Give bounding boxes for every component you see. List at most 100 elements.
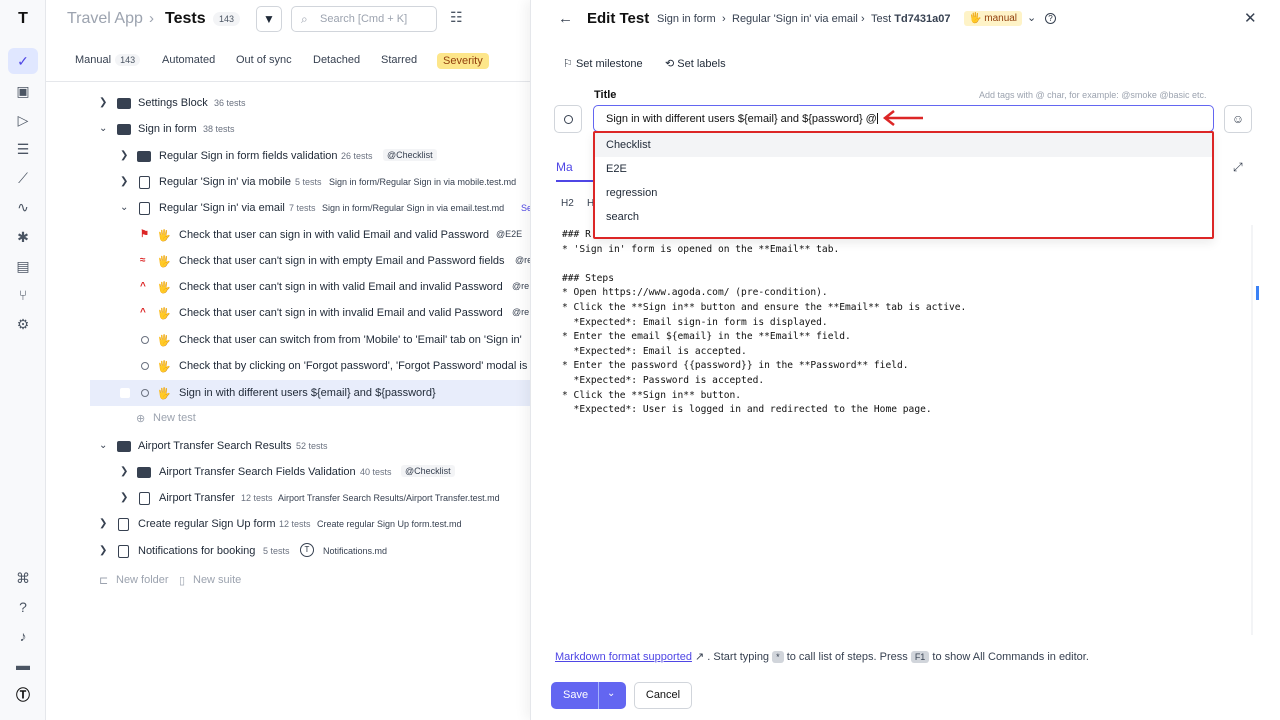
tab-out-of-sync[interactable]: Out of sync <box>236 54 292 66</box>
markdown-editor[interactable]: ### R * 'Sign in' form is opened on the … <box>562 229 1242 419</box>
tree-item-label: Airport Transfer Search Results <box>138 440 292 452</box>
chevron-right-icon[interactable]: ❯ <box>99 97 107 108</box>
save-button[interactable]: Save ⌄ <box>551 682 626 709</box>
tree-suite-row[interactable]: ⌄ Regular 'Sign in' via email 7 tests Si… <box>46 195 530 221</box>
chevron-right-icon[interactable]: ❯ <box>120 150 128 161</box>
tree-suite-row[interactable]: ❯ Settings Block 36 tests <box>46 90 530 116</box>
branch-icon[interactable]: ⑂ <box>8 282 38 308</box>
priority-medium-icon: ^ <box>140 281 146 292</box>
chart-icon[interactable]: ▤ <box>8 253 38 279</box>
tab-detached[interactable]: Detached <box>313 54 360 66</box>
chevron-down-icon[interactable]: ⌄ <box>99 123 107 134</box>
tree-suite-row[interactable]: ⌄ Sign in form 38 tests <box>46 116 530 142</box>
folder-icon[interactable]: ▬ <box>8 652 38 678</box>
tree-suite-row[interactable]: ❯ Regular 'Sign in' via mobile 5 tests S… <box>46 169 530 195</box>
priority-high-icon: ≈ <box>140 255 146 266</box>
test-title: Check that user can sign in with valid E… <box>179 229 489 241</box>
filter-button[interactable]: ▼ <box>256 6 282 32</box>
help-icon[interactable]: ? <box>8 594 38 620</box>
tree-test-row[interactable]: 🖐 Check that user can switch from from '… <box>46 327 530 353</box>
suggestion-item[interactable]: regression <box>595 181 1212 205</box>
back-arrow-icon[interactable]: ← <box>558 10 573 27</box>
tree-suite-row[interactable]: ⌄ Airport Transfer Search Results 52 tes… <box>46 433 530 459</box>
play-icon[interactable]: ▷ <box>8 107 38 133</box>
bell-icon[interactable]: ♪ <box>8 623 38 649</box>
check-icon[interactable]: ✓ <box>8 48 38 74</box>
scroll-marker <box>1256 286 1259 300</box>
chevron-down-icon[interactable]: ⌄ <box>1027 11 1036 24</box>
folder-icon <box>117 98 131 109</box>
tree-test-row-selected[interactable]: 🖐 Sign in with different users ${email} … <box>90 380 530 406</box>
tree-suite-row[interactable]: ❯ Airport Transfer 12 tests Airport Tran… <box>46 485 530 511</box>
list-check-icon[interactable]: ☰ <box>8 136 38 162</box>
tree-test-row[interactable]: ⚑ 🖐 Check that user can sign in with val… <box>46 222 530 248</box>
chevron-right-icon[interactable]: ❯ <box>120 466 128 477</box>
heading2-button[interactable]: H2 <box>561 198 574 209</box>
tree-suite-row[interactable]: ❯ Create regular Sign Up form 12 tests C… <box>46 511 530 537</box>
suite-link[interactable]: Se <box>521 203 530 213</box>
chevron-right-icon[interactable]: ❯ <box>120 492 128 503</box>
priority-button[interactable] <box>554 105 582 133</box>
chevron-down-icon[interactable]: ⌄ <box>99 440 107 451</box>
steps-icon[interactable]: ⟋ <box>8 165 38 191</box>
pulse-icon[interactable]: ∿ <box>8 194 38 220</box>
set-milestone-button[interactable]: ⚐ Set milestone <box>563 57 643 70</box>
external-link-icon: ↗ <box>695 651 705 663</box>
tree-test-row[interactable]: 🖐 Check that by clicking on 'Forgot pass… <box>46 353 530 379</box>
new-folder-button[interactable]: New folder <box>116 574 169 586</box>
tree-test-row[interactable]: ^ 🖐 Check that user can't sign in with v… <box>46 274 530 300</box>
test-tabs: Manual 143 Automated Out of sync Detached… <box>46 50 530 82</box>
markdown-link[interactable]: Markdown format supported <box>555 651 692 663</box>
tree-test-row[interactable]: ^ 🖐 Check that user can't sign in with i… <box>46 300 530 326</box>
chevron-right-icon[interactable]: ❯ <box>99 545 107 556</box>
suggestion-item[interactable]: Checklist <box>595 133 1212 157</box>
help-icon[interactable]: ? <box>1045 13 1056 24</box>
briefcase-icon[interactable]: ▣ <box>8 78 38 104</box>
close-icon[interactable]: ✕ <box>1244 9 1257 27</box>
search-input[interactable]: ⌕ Search [Cmd + K] <box>291 6 437 32</box>
tab-severity[interactable]: Severity <box>437 53 489 69</box>
new-suite-button[interactable]: New suite <box>193 574 241 586</box>
new-test-row[interactable]: ⊕ New test <box>46 405 530 431</box>
type-badge[interactable]: 🖐 manual <box>964 11 1023 26</box>
title-label: Title <box>594 89 617 101</box>
editor-scrollbar[interactable] <box>1251 225 1253 635</box>
breadcrumb-file[interactable]: Regular 'Sign in' via email <box>732 13 858 25</box>
chevron-right-icon[interactable]: ❯ <box>120 176 128 187</box>
tab-starred[interactable]: Starred <box>381 54 417 66</box>
command-icon[interactable]: ⌘ <box>8 565 38 591</box>
chevron-down-icon[interactable]: ⌄ <box>120 202 128 213</box>
logo-icon[interactable]: T <box>8 6 38 32</box>
tree-suite-row[interactable]: ❯ Notifications for booking 5 tests T No… <box>46 538 530 564</box>
tree-item-label: Create regular Sign Up form <box>138 518 276 530</box>
suggestion-item[interactable]: search <box>595 205 1212 229</box>
file-path: Notifications.md <box>323 546 388 556</box>
file-check-icon <box>118 518 129 531</box>
editor-line: * Click the **Sign in** button and ensur… <box>562 301 967 313</box>
bug-icon[interactable]: ✱ <box>8 224 38 250</box>
set-labels-button[interactable]: ⟲ Set labels <box>665 57 726 70</box>
project-name[interactable]: Travel App <box>67 10 143 28</box>
tab-manual[interactable]: Manual 143 <box>75 54 141 66</box>
breadcrumb-suite[interactable]: Sign in form <box>657 13 716 25</box>
tree-suite-row[interactable]: ❯ Airport Transfer Search Fields Validat… <box>46 459 530 485</box>
settings-sliders-icon[interactable]: ☷ <box>450 9 463 26</box>
row-checkbox[interactable] <box>120 388 130 398</box>
chevron-down-icon[interactable]: ⌄ <box>607 688 615 699</box>
gear-icon[interactable]: ⚙ <box>8 311 38 337</box>
tree-suite-row[interactable]: ❯ Regular Sign in form fields validation… <box>46 143 530 169</box>
tab-automated[interactable]: Automated <box>162 54 215 66</box>
tab-markdown[interactable]: Ma <box>556 160 573 174</box>
file-check-icon <box>139 492 150 505</box>
chevron-right-icon[interactable]: ❯ <box>99 518 107 529</box>
test-title: Check that user can switch from from 'Mo… <box>179 334 522 346</box>
plus-circle-icon: ⊕ <box>136 413 146 425</box>
suggestion-item[interactable]: E2E <box>595 157 1212 181</box>
assign-user-button[interactable]: ☺ <box>1224 105 1252 133</box>
cancel-button[interactable]: Cancel <box>634 682 692 709</box>
expand-icon[interactable]: ⤢ <box>1233 160 1243 175</box>
manual-test-icon: 🖐 <box>157 388 171 400</box>
testomat-icon[interactable]: Ⓣ <box>8 682 38 708</box>
tree-test-row[interactable]: ≈ 🖐 Check that user can't sign in with e… <box>46 248 530 274</box>
tag-badge: @Checklist <box>401 465 455 477</box>
